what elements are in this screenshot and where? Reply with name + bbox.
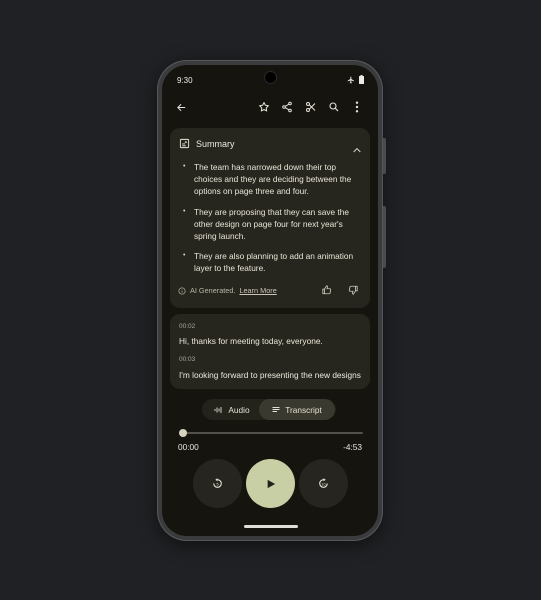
info-icon [178, 287, 186, 294]
summary-bullet: The team has narrowed down their top cho… [183, 161, 362, 198]
more-vert-icon[interactable] [350, 100, 364, 114]
tab-transcript[interactable]: Transcript [259, 399, 335, 420]
toolbar [162, 97, 378, 119]
summary-bullets: The team has narrowed down their top cho… [183, 161, 362, 283]
tab-transcript-label: Transcript [285, 404, 322, 415]
forward-button[interactable]: 10 [299, 459, 348, 508]
front-camera [265, 72, 276, 83]
transcript-line[interactable]: Hi, thanks for meeting today, everyone. [179, 336, 323, 346]
play-button[interactable] [246, 459, 295, 508]
chevron-up-icon[interactable] [353, 140, 361, 158]
power-button [383, 138, 386, 174]
feedback-buttons [322, 285, 358, 295]
summary-icon [179, 138, 190, 149]
replay-icon: 5 [213, 478, 222, 488]
elapsed-time: 00:00 [178, 442, 199, 452]
ai-generated-label: AI Generated. [190, 286, 236, 295]
status-icons [347, 75, 364, 84]
svg-text:5: 5 [216, 482, 218, 486]
screen: 9:30 Summary • The team has narrowed dow… [162, 65, 378, 536]
share-icon[interactable] [280, 100, 294, 114]
star-icon[interactable] [257, 100, 271, 114]
scissors-icon[interactable] [304, 100, 318, 114]
forward-icon: 10 [319, 478, 328, 488]
back-arrow-icon[interactable] [174, 100, 188, 114]
play-icon [267, 479, 275, 488]
summary-title: Summary [196, 138, 235, 149]
svg-text:10: 10 [321, 482, 325, 486]
view-toggle: Audio Transcript [202, 399, 336, 420]
status-time: 9:30 [177, 76, 193, 85]
search-icon[interactable] [327, 100, 341, 114]
lines-icon [272, 407, 280, 412]
learn-more-link[interactable]: Learn More [239, 286, 276, 295]
ai-generated-row: AI Generated. Learn More [178, 286, 277, 295]
remaining-time: -4:53 [343, 442, 362, 452]
playback-progress-bar[interactable] [179, 429, 363, 437]
transcript-card: 00:02 Hi, thanks for meeting today, ever… [170, 314, 370, 389]
tab-audio[interactable]: Audio [206, 399, 258, 420]
transcript-timestamp[interactable]: 00:02 [179, 323, 195, 330]
time-readout: 00:00 -4:53 [178, 442, 362, 452]
tab-audio-label: Audio [228, 404, 250, 415]
battery-icon [359, 75, 364, 84]
airplane-icon [347, 76, 354, 83]
rewind-button[interactable]: 5 [193, 459, 242, 508]
waveform-icon [214, 406, 222, 413]
summary-card: Summary The team has narrowed down their… [170, 128, 370, 308]
thumb-up-icon[interactable] [322, 285, 332, 295]
home-indicator[interactable] [244, 525, 298, 528]
transcript-timestamp[interactable]: 00:03 [179, 356, 195, 363]
summary-bullet: They are also planning to add an animati… [183, 250, 362, 274]
transcript-line[interactable]: I'm looking forward to presenting the ne… [179, 370, 361, 380]
volume-button [383, 206, 386, 268]
progress-knob[interactable] [179, 429, 187, 437]
phone-frame: 9:30 Summary • The team has narrowed dow… [157, 60, 386, 541]
summary-bullet: They are proposing that they can save th… [183, 206, 362, 243]
thumb-down-icon[interactable] [348, 285, 358, 295]
summary-header: Summary [179, 138, 235, 149]
